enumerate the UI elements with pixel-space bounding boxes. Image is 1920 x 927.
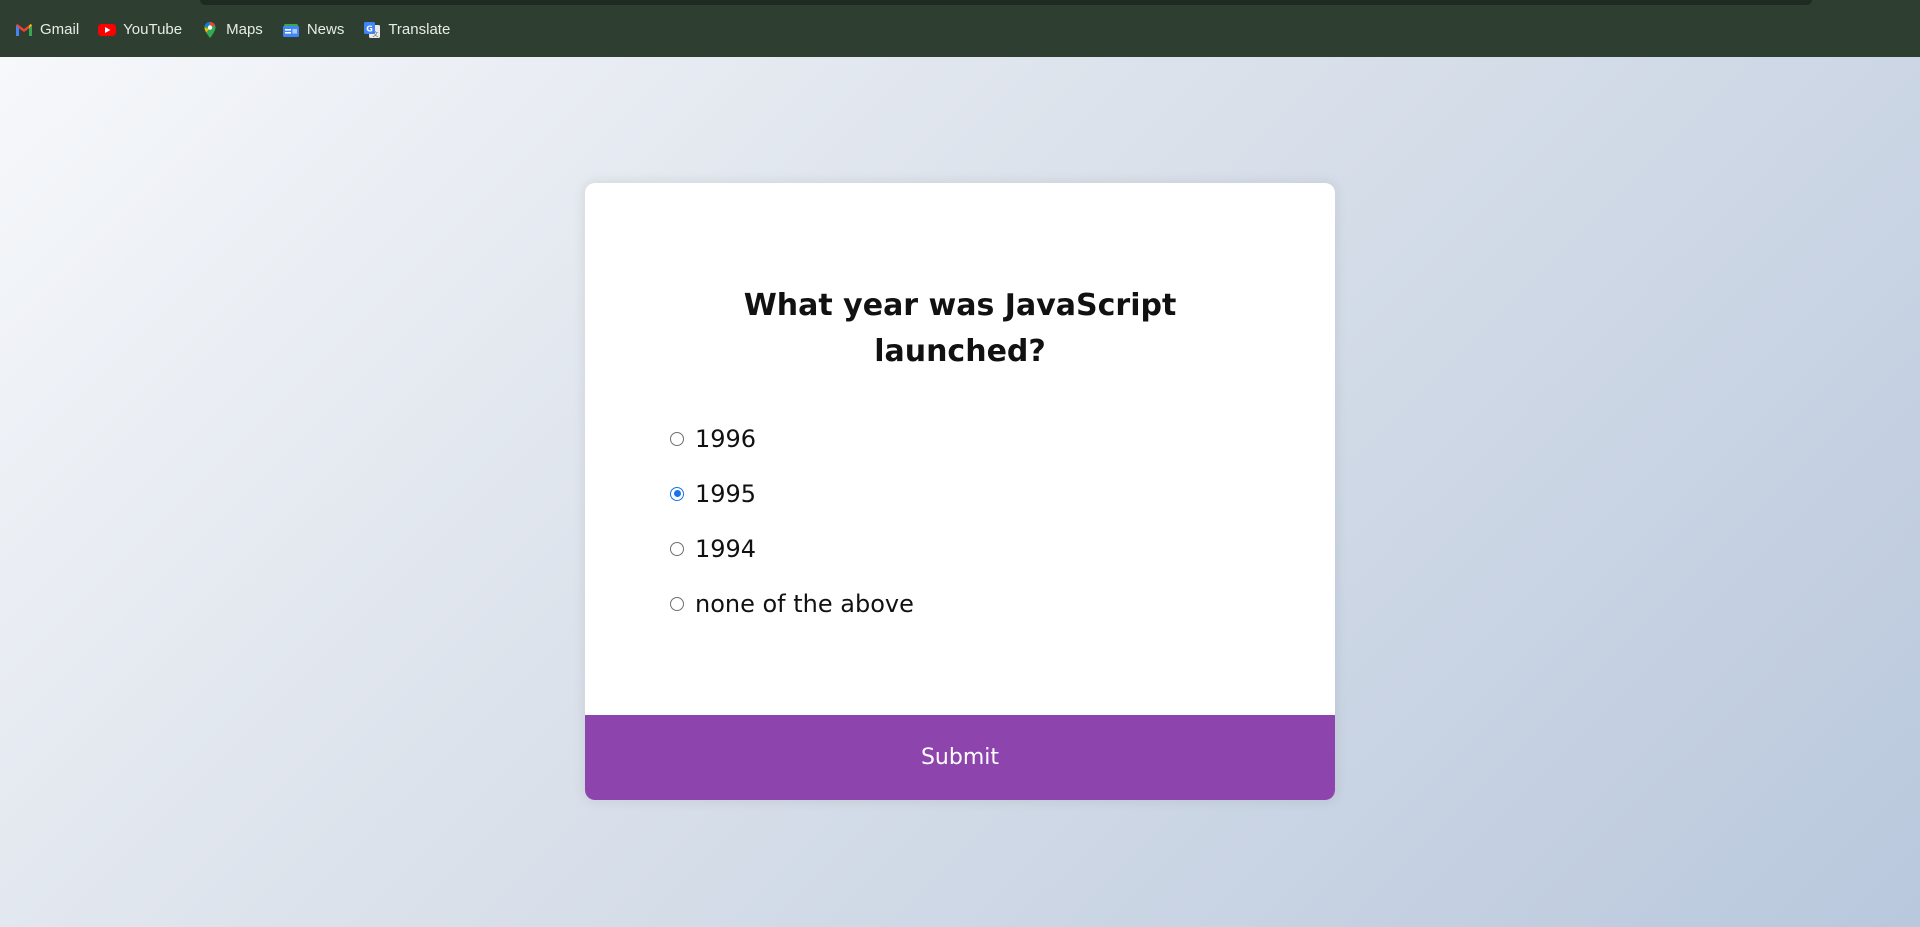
- answer-radio[interactable]: [670, 431, 684, 446]
- gmail-icon: [15, 21, 33, 39]
- answer-option[interactable]: 1996: [670, 411, 914, 466]
- translate-icon: G 文: [363, 21, 381, 39]
- maps-icon: [201, 21, 219, 39]
- bookmark-news[interactable]: News: [282, 20, 345, 40]
- bookmark-youtube[interactable]: YouTube: [98, 20, 182, 40]
- bookmark-translate-label: Translate: [388, 21, 451, 38]
- bookmarks-bar: Gmail YouTube Maps News G 文 Translate: [0, 0, 1920, 57]
- answer-radio[interactable]: [670, 486, 684, 501]
- answer-option[interactable]: none of the above: [670, 576, 914, 631]
- answer-label[interactable]: 1996: [695, 425, 756, 453]
- answer-label[interactable]: none of the above: [695, 590, 914, 618]
- bookmark-maps[interactable]: Maps: [201, 20, 263, 40]
- page-background: What year was JavaScript launched? 1996 …: [0, 57, 1920, 927]
- quiz-card: What year was JavaScript launched? 1996 …: [585, 183, 1335, 800]
- bookmark-translate[interactable]: G 文 Translate: [363, 20, 450, 40]
- youtube-icon: [98, 21, 117, 39]
- answer-radio[interactable]: [670, 596, 684, 611]
- svg-text:文: 文: [373, 31, 379, 39]
- answer-list: 1996 1995 1994 none of the above: [670, 411, 914, 631]
- bookmark-maps-label: Maps: [226, 21, 263, 38]
- quiz-question: What year was JavaScript launched?: [743, 288, 1177, 369]
- answer-label[interactable]: 1995: [695, 480, 756, 508]
- answer-option[interactable]: 1995: [670, 466, 914, 521]
- news-icon: [282, 21, 300, 39]
- answer-option[interactable]: 1994: [670, 521, 914, 576]
- answer-radio[interactable]: [670, 541, 684, 556]
- answer-label[interactable]: 1994: [695, 535, 756, 563]
- bookmark-news-label: News: [306, 21, 345, 38]
- bookmark-youtube-label: YouTube: [123, 21, 183, 38]
- omnibox-edge: [200, 0, 1812, 5]
- bookmark-list: Gmail YouTube Maps News G 文 Translate: [15, 20, 469, 40]
- bookmark-gmail[interactable]: Gmail: [15, 20, 79, 40]
- submit-button[interactable]: Submit: [585, 715, 1335, 800]
- bookmark-gmail-label: Gmail: [40, 21, 80, 38]
